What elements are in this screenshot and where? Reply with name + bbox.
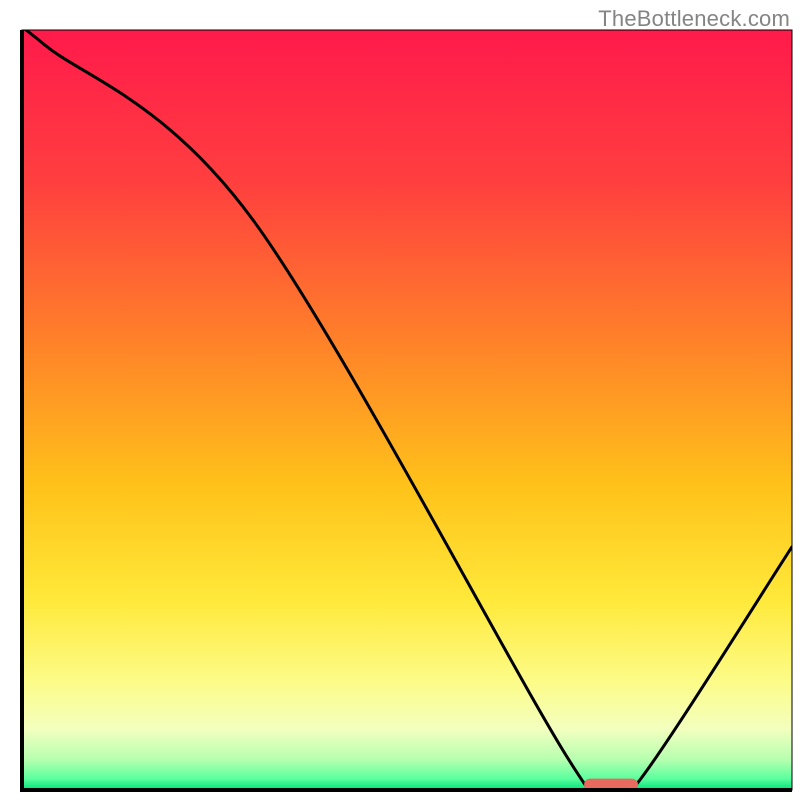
plot-background: [22, 30, 792, 790]
watermark: TheBottleneck.com: [598, 6, 790, 32]
chart-container: TheBottleneck.com: [0, 0, 800, 800]
bottleneck-chart: [0, 0, 800, 800]
